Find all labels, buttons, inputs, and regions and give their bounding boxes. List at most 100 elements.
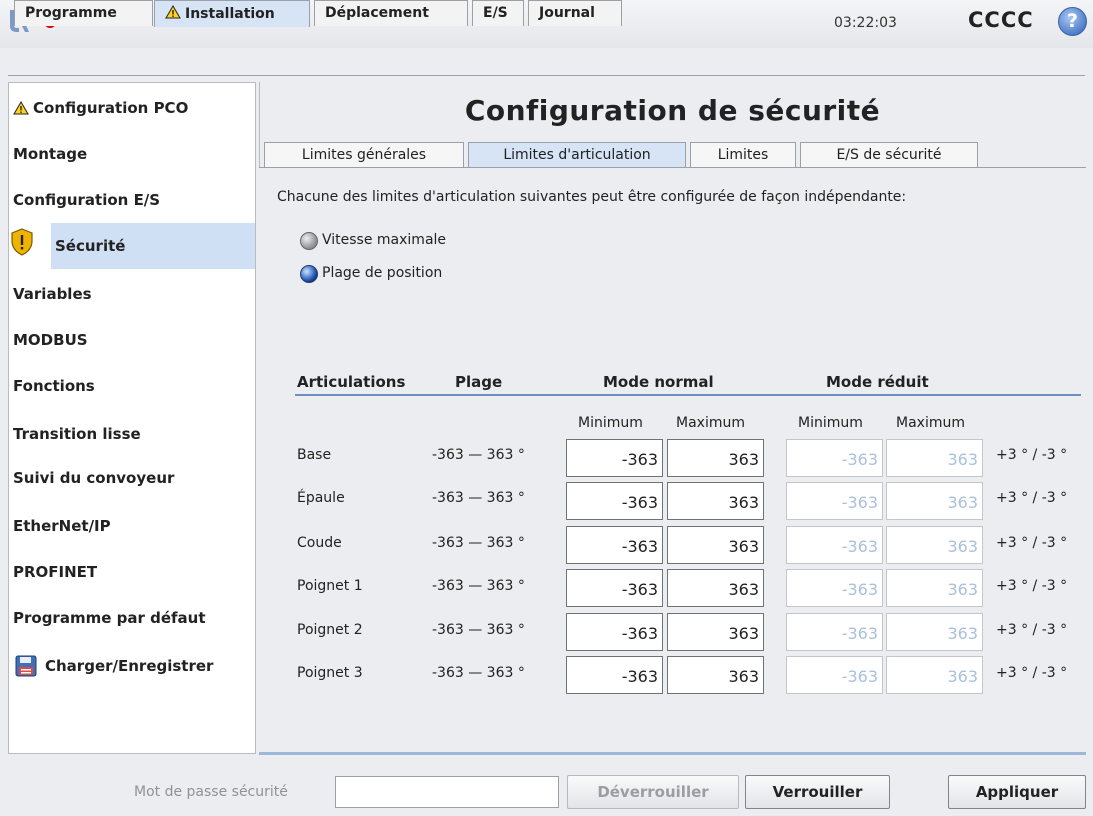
sidebar-item-label: Transition lisse <box>13 425 141 443</box>
sidebar-item-label: Fonctions <box>13 377 95 395</box>
apply-button[interactable]: Appliquer <box>948 775 1086 809</box>
radio-plage-position[interactable] <box>300 265 318 283</box>
reduced-min-field: -363 <box>786 526 883 564</box>
joint-range: -363 — 363 ° <box>432 535 525 551</box>
reduced-max-field: 363 <box>886 482 983 520</box>
sidebar-item-suivi-convoyeur[interactable]: Suivi du convoyeur <box>9 455 255 501</box>
radio-label-position[interactable]: Plage de position <box>322 265 442 281</box>
tolerance: +3 ° / -3 ° <box>996 622 1068 638</box>
shield-warning-icon <box>11 228 33 256</box>
sidebar-item-montage[interactable]: Montage <box>9 131 255 177</box>
sidebar-item-charger-enregistrer[interactable]: Charger/Enregistrer <box>9 643 255 689</box>
sidebar-item-label: Suivi du convoyeur <box>13 469 175 487</box>
header-reduced-min: Minimum <box>798 415 863 431</box>
help-button[interactable]: ? <box>1058 7 1087 36</box>
intro-text: Chacune des limites d'articulation suiva… <box>277 189 907 205</box>
sub-tab-label: E/S de sécurité <box>836 147 942 163</box>
header-mode-normal: Mode normal <box>603 373 714 391</box>
joint-name: Poignet 1 <box>297 578 363 594</box>
tab-limites[interactable]: Limites <box>690 142 796 168</box>
normal-max-field[interactable]: 363 <box>667 569 764 607</box>
reduced-min-field: -363 <box>786 482 883 520</box>
sidebar-item-label: MODBUS <box>13 331 88 349</box>
sidebar-item-profinet[interactable]: PROFINET <box>9 549 255 595</box>
joint-name: Poignet 2 <box>297 622 363 638</box>
tab-journal[interactable]: Journal <box>528 0 622 26</box>
robot-name: CCCC <box>968 8 1034 32</box>
normal-max-field[interactable]: 363 <box>667 482 764 520</box>
joint-range: -363 — 363 ° <box>432 447 525 463</box>
joint-name: Base <box>297 447 332 463</box>
normal-max-field[interactable]: 363 <box>667 439 764 477</box>
header-mode-reduit: Mode réduit <box>826 373 929 391</box>
sidebar-item-label: Montage <box>13 145 88 163</box>
tab-es-securite[interactable]: E/S de sécurité <box>800 142 978 168</box>
header-normal-max: Maximum <box>676 415 745 431</box>
sidebar-item-modbus[interactable]: MODBUS <box>9 317 255 363</box>
sidebar-item-label: Programme par défaut <box>13 609 206 627</box>
normal-min-field[interactable]: -363 <box>566 482 663 520</box>
tab-programme[interactable]: Programme <box>14 0 153 26</box>
warning-icon <box>13 101 29 115</box>
normal-max-field[interactable]: 363 <box>667 526 764 564</box>
lock-button[interactable]: Verrouiller <box>745 775 890 809</box>
reduced-min-field: -363 <box>786 656 883 694</box>
sidebar-item-securite[interactable]: Sécurité <box>51 223 255 269</box>
unlock-button[interactable]: Déverrouiller <box>567 775 739 809</box>
tab-divider <box>8 75 1085 76</box>
sub-tab-label: Limites générales <box>301 147 427 163</box>
radio-vitesse-maximale[interactable] <box>300 232 318 250</box>
tab-limites-generales[interactable]: Limites générales <box>264 142 464 168</box>
normal-min-field[interactable]: -363 <box>566 656 663 694</box>
password-label: Mot de passe sécurité <box>134 784 288 800</box>
tab-deplacement[interactable]: Déplacement <box>314 0 468 26</box>
sidebar-item-label: Configuration PCO <box>33 99 189 117</box>
joint-range: -363 — 363 ° <box>432 665 525 681</box>
reduced-max-field: 363 <box>886 569 983 607</box>
tab-label: E/S <box>483 5 508 21</box>
sidebar-item-transition-lisse[interactable]: Transition lisse <box>9 411 255 457</box>
reduced-max-field: 363 <box>886 613 983 651</box>
normal-min-field[interactable]: -363 <box>566 569 663 607</box>
sidebar-item-label: Sécurité <box>55 237 126 255</box>
page-title: Configuration de sécurité <box>464 94 881 127</box>
radio-label-vitesse[interactable]: Vitesse maximale <box>322 232 446 248</box>
sidebar-item-label: Charger/Enregistrer <box>45 657 214 675</box>
sidebar-item-variables[interactable]: Variables <box>9 271 255 317</box>
tab-limites-articulation[interactable]: Limites d'articulation <box>468 142 686 168</box>
normal-min-field[interactable]: -363 <box>566 526 663 564</box>
tolerance: +3 ° / -3 ° <box>996 490 1068 506</box>
joint-range: -363 — 363 ° <box>432 490 525 506</box>
tab-label: Programme <box>25 5 117 21</box>
password-input[interactable] <box>335 776 559 808</box>
tolerance: +3 ° / -3 ° <box>996 578 1068 594</box>
sidebar-item-configuration-es[interactable]: Configuration E/S <box>9 177 255 223</box>
tab-label: Installation <box>185 6 275 22</box>
tab-installation[interactable]: Installation <box>154 0 310 27</box>
tolerance: +3 ° / -3 ° <box>996 665 1068 681</box>
tolerance: +3 ° / -3 ° <box>996 447 1068 463</box>
sidebar-item-fonctions[interactable]: Fonctions <box>9 363 255 409</box>
normal-max-field[interactable]: 363 <box>667 613 764 651</box>
header-articulations: Articulations <box>297 373 406 391</box>
header-plage: Plage <box>455 373 503 391</box>
reduced-max-field: 363 <box>886 439 983 477</box>
header-divider <box>295 394 1081 396</box>
reduced-min-field: -363 <box>786 613 883 651</box>
sidebar-item-programme-par-defaut[interactable]: Programme par défaut <box>9 595 255 641</box>
sidebar-item-label: Variables <box>13 285 92 303</box>
joint-range: -363 — 363 ° <box>432 622 525 638</box>
reduced-min-field: -363 <box>786 569 883 607</box>
sidebar-item-label: Configuration E/S <box>13 191 161 209</box>
normal-min-field[interactable]: -363 <box>566 613 663 651</box>
sub-tab-label: Limites d'articulation <box>503 147 651 163</box>
reduced-min-field: -363 <box>786 439 883 477</box>
clock: 03:22:03 <box>834 15 897 31</box>
normal-min-field[interactable]: -363 <box>566 439 663 477</box>
sidebar-item-configuration-pco[interactable]: Configuration PCO <box>9 85 255 131</box>
tab-es[interactable]: E/S <box>472 0 524 26</box>
normal-max-field[interactable]: 363 <box>667 656 764 694</box>
sidebar-item-label: PROFINET <box>13 563 98 581</box>
sidebar-item-label: EtherNet/IP <box>13 517 111 535</box>
sidebar-item-ethernet-ip[interactable]: EtherNet/IP <box>9 503 255 549</box>
